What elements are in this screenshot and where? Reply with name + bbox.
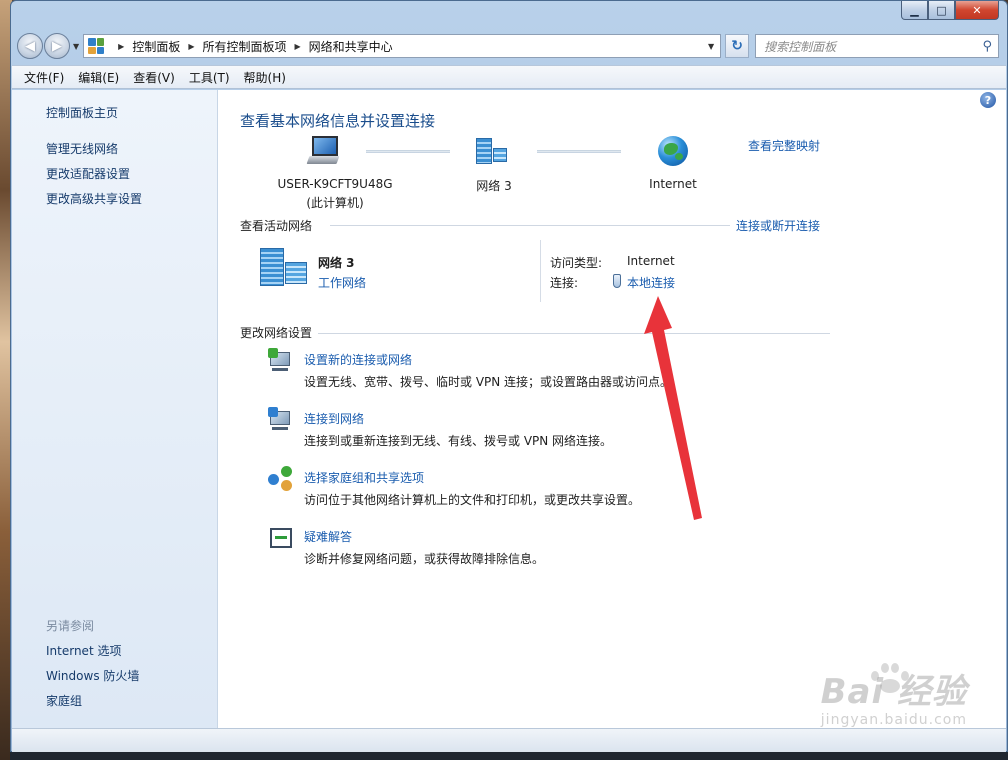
- nav-internet-options[interactable]: Internet 选项: [46, 642, 121, 659]
- watermark-url: jingyan.baidu.com: [820, 712, 967, 728]
- ethernet-icon: [613, 274, 621, 288]
- access-type-value: Internet: [627, 254, 675, 268]
- troubleshoot-icon: [270, 528, 292, 548]
- menu-view[interactable]: 查看(V): [133, 69, 175, 86]
- map-connector-line: [366, 150, 450, 153]
- active-network-icon[interactable]: [260, 248, 308, 288]
- maximize-button[interactable]: □: [928, 1, 955, 20]
- nav-windows-firewall[interactable]: Windows 防火墙: [46, 667, 139, 684]
- computer-icon: [306, 136, 340, 166]
- connections-label: 连接:: [550, 276, 579, 290]
- map-connector-line: [537, 150, 621, 153]
- status-bar: [12, 728, 1006, 752]
- nav-change-adapter[interactable]: 更改适配器设置: [46, 165, 130, 182]
- local-connection-link[interactable]: 本地连接: [627, 274, 675, 291]
- forward-button[interactable]: ▶: [44, 33, 70, 59]
- active-network-name: 网络 3: [318, 256, 355, 270]
- close-button[interactable]: ✕: [955, 1, 999, 20]
- control-panel-icon: [88, 38, 105, 54]
- internet-globe-icon: [658, 136, 688, 166]
- homegroup-sharing-desc: 访问位于其他网络计算机上的文件和打印机，或更改共享设置。: [304, 493, 641, 507]
- view-full-map-link[interactable]: 查看完整映射: [748, 137, 820, 154]
- connect-disconnect-link[interactable]: 连接或断开连接: [736, 217, 820, 234]
- network-type-link[interactable]: 工作网络: [318, 274, 366, 291]
- map-network-name[interactable]: 网络 3: [454, 177, 534, 194]
- computer-subtitle: (此计算机): [306, 196, 364, 210]
- menu-edit[interactable]: 编辑(E): [78, 69, 119, 86]
- window-controls: ▁ □ ✕: [901, 1, 999, 21]
- refresh-button[interactable]: ↻: [725, 34, 750, 58]
- active-networks-heading: 查看活动网络: [240, 219, 313, 233]
- access-type-label: 访问类型:: [550, 256, 603, 270]
- search-placeholder: 搜索控制面板: [764, 39, 837, 54]
- forward-arrow-icon: ▶: [52, 38, 62, 54]
- nav-control-panel-home[interactable]: 控制面板主页: [46, 104, 118, 121]
- troubleshoot-link[interactable]: 疑难解答: [304, 528, 352, 545]
- connect-network-icon: [268, 407, 294, 433]
- nav-advanced-sharing[interactable]: 更改高级共享设置: [46, 190, 142, 207]
- map-internet-label[interactable]: Internet: [628, 177, 718, 191]
- baidu-jingyan-watermark: Bai 经验 jingyan.baidu.com: [820, 663, 967, 728]
- search-icon[interactable]: ⚲: [982, 39, 992, 54]
- breadcrumb-separator-icon[interactable]: ▶: [295, 42, 301, 51]
- back-arrow-icon: ◀: [25, 38, 35, 54]
- homegroup-sharing-link[interactable]: 选择家庭组和共享选项: [304, 469, 424, 486]
- connect-to-network-link[interactable]: 连接到网络: [304, 410, 364, 427]
- see-also-heading: 另请参阅: [46, 619, 95, 633]
- nav-manage-wireless[interactable]: 管理无线网络: [46, 140, 118, 157]
- network-icon: [476, 138, 510, 166]
- connect-to-network-desc: 连接到或重新连接到无线、有线、拨号或 VPN 网络连接。: [304, 434, 613, 448]
- homegroup-icon: [268, 466, 294, 492]
- menu-file[interactable]: 文件(F): [24, 69, 64, 86]
- setup-new-connection-desc: 设置无线、宽带、拨号、临时或 VPN 连接；或设置路由器或访问点。: [304, 375, 673, 389]
- help-icon[interactable]: ?: [980, 92, 996, 108]
- breadcrumb-control-panel[interactable]: 控制面板: [132, 38, 180, 55]
- menu-bar: 文件(F) 编辑(E) 查看(V) 工具(T) 帮助(H): [12, 65, 1006, 89]
- nav-homegroup[interactable]: 家庭组: [46, 692, 82, 709]
- menu-help[interactable]: 帮助(H): [244, 69, 286, 86]
- address-row: ◀ ▶ ▼ ▶ 控制面板 ▶ 所有控制面板项 ▶ 网络和共享中心 ▼ ↻ 搜索控…: [17, 31, 999, 61]
- breadcrumb-separator-icon[interactable]: ▶: [188, 42, 194, 51]
- search-input[interactable]: 搜索控制面板 ⚲: [755, 34, 999, 58]
- network-sharing-center-window: ▁ □ ✕ ◀ ▶ ▼ ▶ 控制面板 ▶ 所有控制面板项 ▶ 网络和共享中心 ▼…: [10, 0, 1008, 752]
- breadcrumb-separator-icon[interactable]: ▶: [118, 42, 124, 51]
- change-settings-heading: 更改网络设置: [240, 326, 313, 340]
- left-navigation-pane: 控制面板主页 管理无线网络 更改适配器设置 更改高级共享设置 另请参阅 Inte…: [12, 90, 218, 728]
- recent-pages-dropdown-icon[interactable]: ▼: [73, 42, 79, 51]
- menu-tools[interactable]: 工具(T): [189, 69, 230, 86]
- refresh-icon: ↻: [731, 38, 744, 54]
- new-connection-icon: [268, 348, 294, 374]
- address-dropdown-icon[interactable]: ▼: [708, 42, 714, 51]
- page-title: 查看基本网络信息并设置连接: [240, 112, 436, 130]
- address-bar[interactable]: ▶ 控制面板 ▶ 所有控制面板项 ▶ 网络和共享中心 ▼: [83, 34, 722, 58]
- setup-new-connection-link[interactable]: 设置新的连接或网络: [304, 351, 412, 368]
- breadcrumb-network-center[interactable]: 网络和共享中心: [309, 38, 393, 55]
- back-button[interactable]: ◀: [17, 33, 43, 59]
- divider: [318, 333, 830, 334]
- breadcrumb-all-items[interactable]: 所有控制面板项: [202, 38, 286, 55]
- main-content: ? 查看基本网络信息并设置连接 查看完整映射 USER-K9CFT9U48G (…: [218, 90, 1006, 728]
- minimize-button[interactable]: ▁: [901, 1, 928, 20]
- vertical-divider: [540, 240, 541, 302]
- taskbar: [10, 752, 1008, 760]
- computer-name: USER-K9CFT9U48G: [277, 177, 393, 191]
- troubleshoot-desc: 诊断并修复网络问题，或获得故障排除信息。: [304, 552, 545, 566]
- divider: [330, 225, 730, 226]
